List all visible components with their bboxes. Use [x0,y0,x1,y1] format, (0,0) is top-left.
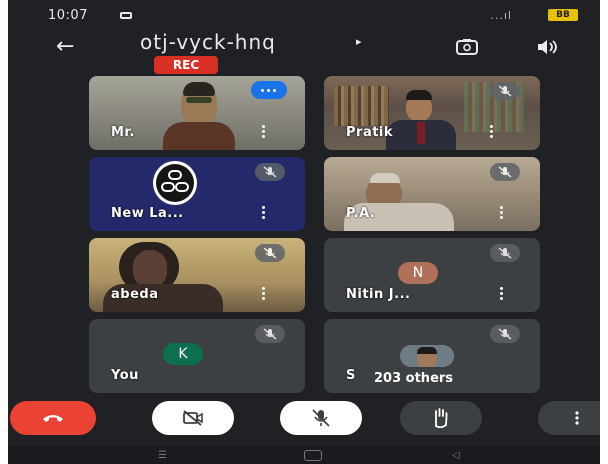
participant-tile[interactable]: P.A. [324,157,540,231]
speaking-indicator-icon [251,81,287,99]
mic-muted-icon [255,244,285,262]
avatar: N [398,262,438,284]
more-options-icon[interactable] [262,206,266,221]
more-options-icon[interactable] [490,125,494,140]
others-count-badge[interactable]: 203 others [366,370,462,387]
participant-tile-others[interactable]: S 203 others [324,319,540,393]
recording-badge: REC [154,56,218,74]
avatar: K [163,343,203,365]
meeting-info-arrow-icon[interactable]: ▸ [356,35,362,48]
more-options-icon[interactable] [500,206,504,221]
back-arrow-icon[interactable]: ← [56,34,74,59]
raise-hand-button[interactable] [400,401,482,435]
back-icon[interactable]: ◁ [452,450,460,461]
battery-icon: BB [548,9,578,21]
participant-name: S [346,368,356,383]
end-call-button[interactable] [10,401,96,435]
meet-app: 10:07 ...ıl BB ← otj-vyck-hnq ▸ REC Mr. … [8,0,600,464]
hang-up-icon [43,415,63,422]
participant-video [159,80,239,150]
system-navigation-bar: ☰ ◁ [8,446,600,464]
participant-name: Mr. [111,125,135,140]
speaker-icon[interactable] [536,38,560,56]
participant-tile[interactable]: Mr. [89,76,305,150]
mic-off-icon [312,409,330,427]
meeting-code[interactable]: otj-vyck-hnq [140,30,276,54]
status-time: 10:07 [48,8,88,23]
more-options-icon[interactable] [262,287,266,302]
camera-off-icon [183,410,203,426]
participant-name: abeda [111,287,159,302]
obs-logo-icon [153,161,197,205]
participant-name: Nitin J... [346,287,411,302]
switch-camera-icon[interactable] [455,38,479,56]
mic-muted-icon [255,163,285,181]
home-icon[interactable] [304,450,322,461]
more-options-icon[interactable] [262,125,266,140]
status-bar: 10:07 ...ıl BB [8,0,600,30]
mic-muted-icon [490,244,520,262]
participant-tile[interactable]: Pratik [324,76,540,150]
participant-tile[interactable]: New La... [89,157,305,231]
mic-muted-icon [490,325,520,343]
mic-toggle-button[interactable] [280,401,362,435]
participant-tile-self[interactable]: K You [89,319,305,393]
more-options-button[interactable] [538,401,600,435]
more-vertical-icon [575,411,579,425]
participant-name: New La... [111,206,184,221]
participant-tile[interactable]: N Nitin J... [324,238,540,312]
raise-hand-icon [435,408,448,428]
mic-muted-icon [255,325,285,343]
notification-icon [120,12,132,19]
mic-muted-icon [490,82,520,100]
recents-icon[interactable]: ☰ [158,450,167,461]
participant-name: You [111,368,139,383]
more-options-icon[interactable] [500,287,504,302]
participant-name: P.A. [346,206,376,221]
mic-muted-icon [490,163,520,181]
participant-tile[interactable]: abeda [89,238,305,312]
camera-toggle-button[interactable] [152,401,234,435]
participant-name: Pratik [346,125,394,140]
avatar [400,345,454,367]
signal-icon: ...ıl [490,9,512,22]
